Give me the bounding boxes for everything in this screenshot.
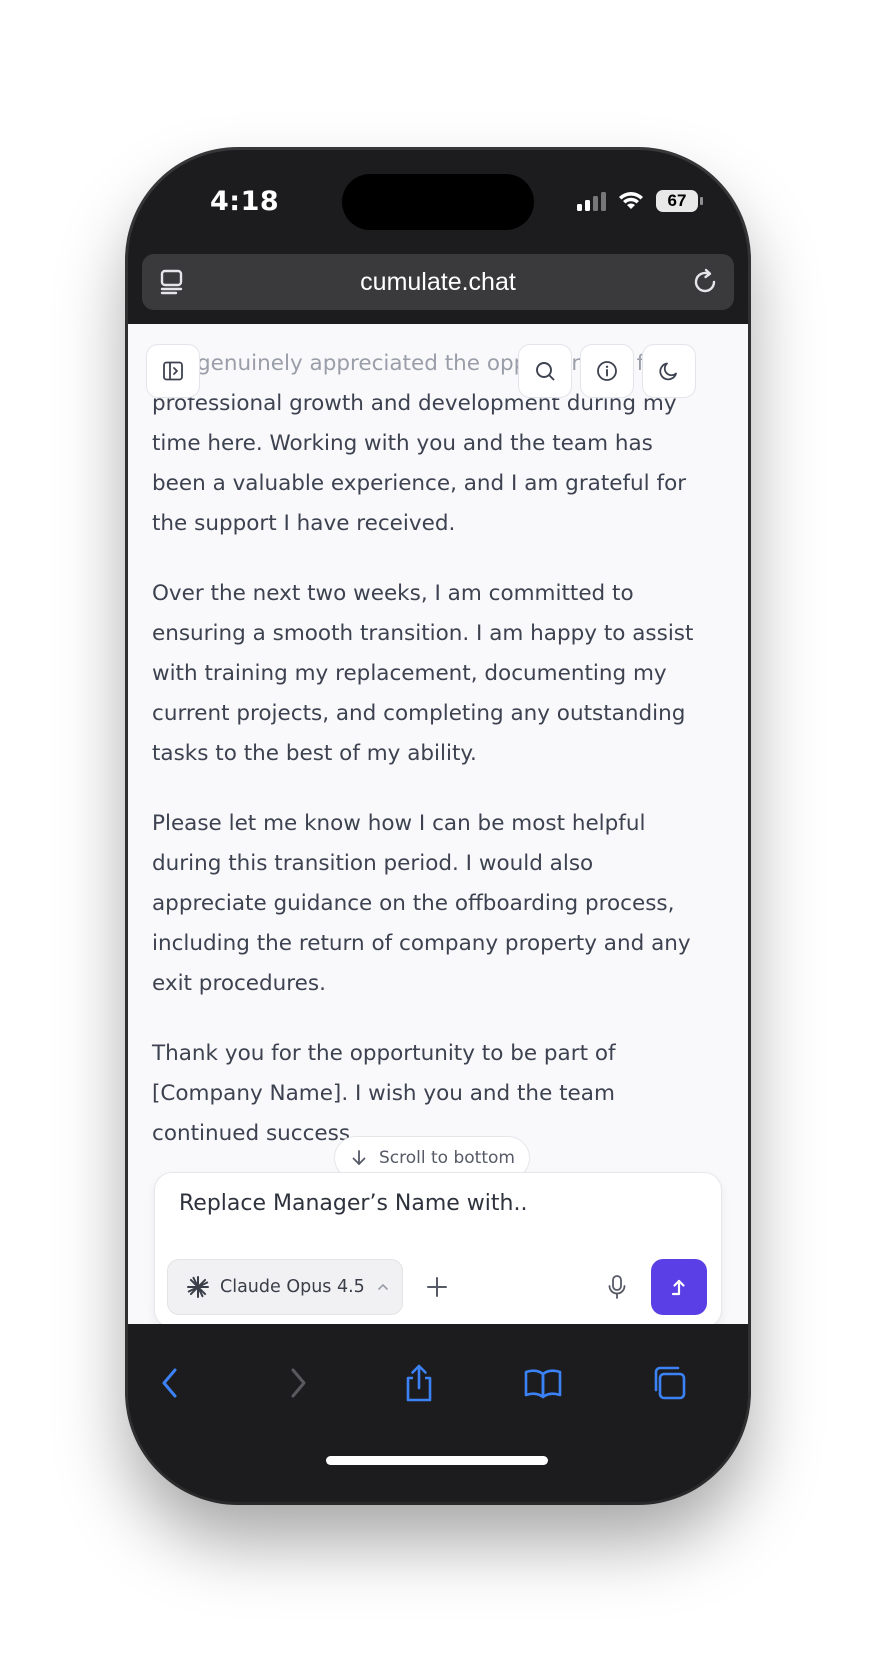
back-button[interactable] [146, 1358, 196, 1408]
scroll-to-bottom-label: Scroll to bottom [379, 1148, 515, 1168]
theme-toggle-button[interactable] [642, 344, 696, 398]
battery-level: 67 [667, 191, 687, 210]
safari-toolbar [128, 1324, 748, 1502]
info-button[interactable] [580, 344, 634, 398]
moon-icon [659, 362, 677, 381]
tabs-icon [654, 1366, 686, 1400]
arrow-down-icon [352, 1150, 366, 1165]
tabs-button[interactable] [644, 1358, 694, 1408]
search-button[interactable] [518, 344, 572, 398]
sidebar-toggle-icon [163, 361, 183, 381]
chevron-up-icon [378, 1284, 388, 1290]
wifi-icon [619, 192, 643, 209]
battery-icon: 67 [656, 190, 703, 212]
message-composer[interactable]: Replace Manager’s Name with.. Claude Opu… [154, 1172, 722, 1324]
message-paragraph: Please let me know how I can be most hel… [152, 811, 691, 996]
forward-button[interactable] [272, 1358, 322, 1408]
sidebar-toggle-button[interactable] [146, 344, 200, 398]
message-input[interactable]: Replace Manager’s Name with.. [179, 1191, 527, 1216]
bookmarks-button[interactable] [518, 1358, 568, 1408]
cellular-signal-icon [577, 191, 606, 211]
plus-icon [427, 1277, 447, 1297]
message-paragraph: professional growth and development duri… [152, 391, 687, 536]
share-icon [406, 1364, 432, 1402]
search-icon [536, 362, 555, 381]
url-text[interactable]: cumulate.chat [142, 254, 734, 310]
assistant-message: I've genuinely appreciated the opportuni… [152, 344, 712, 1184]
back-icon [162, 1368, 177, 1398]
chat-content[interactable]: I've genuinely appreciated the opportuni… [128, 324, 748, 1324]
voice-input-button[interactable] [597, 1267, 637, 1307]
info-icon [597, 361, 617, 381]
model-label: Claude Opus 4.5 [220, 1277, 365, 1297]
bookmarks-icon [524, 1369, 562, 1399]
forward-icon [291, 1368, 306, 1398]
claude-spark-icon [187, 1276, 209, 1298]
model-selector-button[interactable]: Claude Opus 4.5 [167, 1259, 403, 1315]
home-indicator [326, 1456, 548, 1465]
reload-icon[interactable] [690, 267, 720, 297]
share-button[interactable] [394, 1358, 444, 1408]
address-bar[interactable]: cumulate.chat [142, 254, 734, 310]
microphone-icon [608, 1275, 626, 1299]
phone-frame: 4:18 67 cumulate.chat I've genuinely app… [128, 150, 748, 1502]
status-time: 4:18 [210, 186, 280, 217]
attach-button[interactable] [417, 1267, 457, 1307]
dynamic-island [342, 174, 534, 230]
send-arrow-icon [671, 1279, 685, 1296]
status-icons: 67 [577, 184, 703, 218]
message-paragraph: Over the next two weeks, I am committed … [152, 581, 694, 766]
send-button[interactable] [651, 1259, 707, 1315]
